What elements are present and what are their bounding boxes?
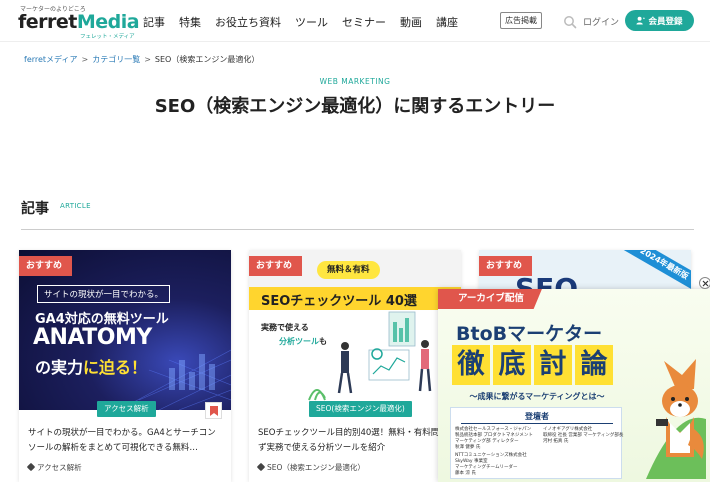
recommended-badge: おすすめ [479, 256, 533, 276]
ad-speakers-panel: 登壇者 株式会社セールスフォース・ジャパン 製品統括本部 プロダクトマネジメント… [450, 407, 624, 479]
ad-headline-char: 底 [493, 345, 531, 385]
ad-speaker: 株式会社セールスフォース・ジャパン 製品統括本部 プロダクトマネジメント マーケ… [455, 427, 533, 450]
article-card[interactable]: ✦ サイトの現状が一目でわかる。 GA4対応の無料ツール ANATOMY の実力… [19, 250, 231, 482]
logo-text-ferret: ferret [18, 11, 77, 33]
nav-item-videos[interactable]: 動画 [400, 14, 422, 30]
breadcrumb-separator: > [81, 55, 89, 64]
nav-item-tools[interactable]: ツール [295, 14, 328, 30]
ad-headline-char: 徹 [452, 345, 490, 385]
thumbnail-caption: サイトの現状が一目でわかる。 [37, 285, 171, 303]
breadcrumb-home[interactable]: ferretメディア [24, 55, 78, 64]
search-icon[interactable] [563, 14, 577, 29]
page-title: SEO（検索エンジン最適化）に関するエントリー [154, 96, 556, 117]
category-label[interactable]: アクセス解析 [97, 401, 156, 417]
ad-speaker: イノオギアグリ株式会社 取締役 社長 営業部 マーケティング部長 河村 拓真 氏 [543, 427, 624, 444]
user-add-icon [636, 16, 646, 25]
ad-speaker: NTTコミュニケーションズ株式会社 SkyWay 事業室 マーケティングチームリ… [455, 453, 527, 476]
thumbnail-headline-2: ANATOMY [33, 325, 152, 350]
category-label[interactable]: SEO(検索エンジン最適化) [309, 401, 412, 417]
ad-speakers-label: 登壇者 [525, 412, 549, 421]
nav-item-resources[interactable]: お役立ち資料 [215, 14, 281, 30]
page-eyebrow: WEB MARKETING [319, 77, 391, 86]
section-title: 記事 [21, 201, 49, 217]
fox-mascot-icon [646, 359, 706, 479]
ad-headline-big: 徹 底 討 論 [452, 345, 613, 385]
recommended-badge: おすすめ [249, 256, 303, 276]
site-logo[interactable]: マーケターのよりどころ ferretMedia フェレット・メディア [18, 3, 140, 40]
logo-subtitle: フェレット・メディア [80, 34, 135, 40]
breadcrumb-separator: > [144, 55, 151, 64]
logo-wordmark: ferretMedia [18, 11, 140, 33]
close-icon [702, 280, 708, 286]
archive-webinar-ad[interactable]: アーカイブ配信 BtoBマーケター 徹 底 討 論 ～成果に繋がるマーケティング… [438, 289, 710, 482]
article-card[interactable]: 無料＆有料 SEOチェックツール 40選 実務で使える 分析ツールも おすすめ … [249, 250, 461, 482]
ad-headline-char: 論 [575, 345, 613, 385]
nav-item-features[interactable]: 特集 [179, 14, 201, 30]
thumbnail-headline-3a: の実力 [35, 358, 84, 377]
nav-item-courses[interactable]: 講座 [436, 14, 458, 30]
bookmark-button[interactable] [205, 402, 222, 419]
register-label: 会員登録 [648, 16, 683, 27]
article-tag[interactable]: アクセス解析 [28, 462, 82, 473]
site-header: マーケターのよりどころ ferretMedia フェレット・メディア 記事 特集… [0, 0, 710, 42]
close-ad-button[interactable] [699, 277, 710, 289]
breadcrumb-current: SEO（検索エンジン最適化） [154, 55, 260, 64]
ad-subtitle: ～成果に繋がるマーケティングとは～ [469, 392, 605, 401]
register-button[interactable]: 会員登録 [625, 10, 694, 31]
breadcrumb-categories[interactable]: カテゴリ一覧 [92, 55, 140, 64]
article-description[interactable]: サイトの現状が一目でわかる。GA4とサーチコンソールの解析をまとめて可視化できる… [28, 426, 224, 456]
article-description[interactable]: SEOチェックツール目的別40選！無料・有料問わず実務で使える分析ツールを紹介 [258, 426, 454, 456]
ad-speakers-divider [461, 423, 613, 424]
ad-ribbon: アーカイブ配信 [438, 289, 542, 309]
recommended-badge: おすすめ [19, 256, 73, 276]
section-divider [21, 229, 694, 230]
breadcrumb: ferretメディア > カテゴリ一覧 > SEO（検索エンジン最適化） [24, 54, 259, 65]
section-subtitle: ARTICLE [60, 202, 91, 210]
article-tag[interactable]: SEO（検索エンジン最適化） [258, 462, 365, 473]
logo-text-media: Media [76, 11, 140, 33]
thumbnail-headline-3b: に迫る！ [83, 358, 148, 377]
ad-listing-button[interactable]: 広告掲載 [500, 12, 542, 29]
ad-headline: BtoBマーケター [456, 323, 603, 345]
thumbnail-headline-3: の実力に迫る！ [35, 354, 147, 378]
main-nav: 記事 特集 お役立ち資料 ツール セミナー 動画 講座 [143, 14, 472, 30]
login-link[interactable]: ログイン [583, 15, 619, 28]
nav-item-seminars[interactable]: セミナー [342, 14, 386, 30]
bookmark-icon [209, 405, 218, 416]
nav-item-articles[interactable]: 記事 [143, 14, 165, 30]
ad-headline-char: 討 [534, 345, 572, 385]
